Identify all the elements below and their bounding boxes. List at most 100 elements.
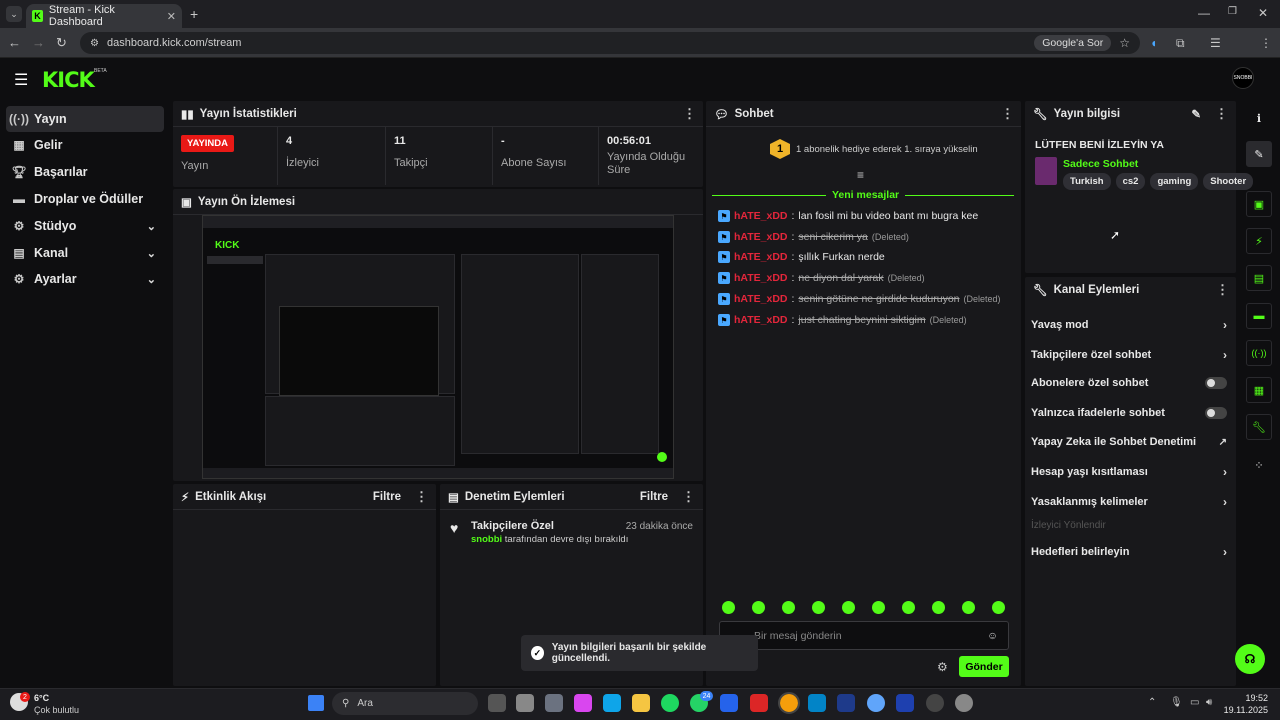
send-button[interactable]: Gönder — [959, 656, 1009, 677]
rail-moderation-icon[interactable]: ▤ — [1246, 265, 1272, 291]
chat-input[interactable]: Bir mesaj gönderin ☺ — [719, 621, 1009, 650]
store-icon[interactable] — [516, 694, 534, 712]
rail-wrench-icon[interactable]: 🔧︎ — [1246, 414, 1272, 440]
rail-stats-icon[interactable]: ▦ — [1246, 377, 1272, 403]
tag-chip[interactable]: Shooter — [1203, 173, 1254, 190]
chat-username[interactable]: hATE_xDD — [734, 210, 787, 222]
steam2-icon[interactable] — [896, 694, 914, 712]
browser-menu-icon[interactable]: ⋮ — [1260, 36, 1272, 50]
filter-button[interactable]: Filtre — [640, 491, 668, 503]
app-icon[interactable] — [545, 694, 563, 712]
taskbar-search[interactable]: ⚲ Ara — [332, 692, 478, 715]
sidebar-item-yayin[interactable]: ((·)) Yayın — [6, 106, 164, 132]
spotify-icon[interactable] — [661, 694, 679, 712]
browser-tab[interactable]: K Stream - Kick Dashboard ✕ — [26, 4, 182, 28]
clock-date[interactable]: 19.11.2025 — [1216, 705, 1268, 715]
rail-preview-icon[interactable]: ▣ — [1246, 191, 1272, 217]
chat-username[interactable]: hATE_xDD — [734, 231, 787, 243]
rail-chat-icon[interactable]: ▬ — [1246, 303, 1272, 329]
settings-app-icon[interactable] — [955, 694, 973, 712]
youtube-icon[interactable] — [750, 694, 768, 712]
emote-icon[interactable] — [842, 601, 855, 614]
chat-username[interactable]: hATE_xDD — [734, 251, 787, 263]
obs-icon[interactable] — [926, 694, 944, 712]
tab-list-icon[interactable]: ⌄ — [6, 6, 22, 22]
category-name[interactable]: Sadece Sohbet — [1063, 158, 1138, 170]
emoji-picker-icon[interactable]: ☺ — [987, 630, 998, 642]
tag-chip[interactable]: gaming — [1150, 173, 1199, 190]
forward-icon[interactable]: → — [32, 35, 45, 50]
mail-icon[interactable] — [808, 694, 826, 712]
emote-icon[interactable] — [992, 601, 1005, 614]
sidebar-item-basarilar[interactable]: 🏆︎ Başarılar — [6, 159, 164, 185]
kick-logo[interactable]: KICK — [42, 68, 95, 92]
emote-icon[interactable] — [962, 601, 975, 614]
sidebar-item-gelir[interactable]: ▦ Gelir — [6, 132, 164, 158]
steam-icon[interactable] — [837, 694, 855, 712]
close-window-icon[interactable]: ✕ — [1258, 6, 1268, 20]
sidebar-item-kanal[interactable]: ▤ Kanal ⌄ — [6, 240, 164, 266]
chat-username[interactable]: hATE_xDD — [734, 314, 787, 326]
stream-preview-video[interactable]: KICK — [202, 215, 674, 479]
subscribers-only-toggle[interactable] — [1205, 377, 1227, 389]
action-followers-only[interactable]: Takipçilere özel sohbet › — [1031, 348, 1227, 362]
network-icon[interactable]: ▭ — [1190, 697, 1199, 708]
more-options-icon[interactable]: ⋮ — [1215, 106, 1228, 122]
pinned-chevron-icon[interactable]: ≡ — [857, 168, 864, 182]
sidebar-item-studyo[interactable]: ⚙ Stüdyo ⌄ — [6, 213, 164, 239]
reading-list-icon[interactable]: ☰ — [1210, 36, 1221, 50]
emote-icon[interactable] — [902, 601, 915, 614]
action-slow-mode[interactable]: Yavaş mod › — [1031, 318, 1227, 332]
emote-icon[interactable] — [872, 601, 885, 614]
action-account-age[interactable]: Hesap yaşı kısıtlaması › — [1031, 465, 1227, 479]
chat-username[interactable]: hATE_xDD — [734, 272, 787, 284]
clock-time[interactable]: 19:52 — [1228, 693, 1268, 703]
edge-icon[interactable] — [603, 694, 621, 712]
more-options-icon[interactable]: ⋮ — [1216, 282, 1229, 298]
edit-rail-icon[interactable]: ✎ — [1246, 141, 1272, 167]
action-set-goals[interactable]: Hedefleri belirleyin › — [1031, 545, 1227, 559]
microphone-icon[interactable]: 🎙︎ — [1170, 697, 1183, 708]
hamburger-menu-icon[interactable]: ☰ — [14, 70, 28, 90]
minimize-icon[interactable]: — — [1198, 6, 1210, 20]
action-banned-words[interactable]: Yasaklanmış kelimeler › — [1031, 495, 1227, 509]
more-options-icon[interactable]: ⋮ — [682, 489, 695, 505]
google-lens-button[interactable]: Google'a Sor — [1034, 35, 1112, 51]
app2-icon[interactable] — [720, 694, 738, 712]
emote-icon[interactable] — [782, 601, 795, 614]
rail-broadcast-icon[interactable]: ((·)) — [1246, 340, 1272, 366]
chat-username[interactable]: hATE_xDD — [734, 293, 787, 305]
more-options-icon[interactable]: ⋮ — [415, 489, 428, 505]
site-info-icon[interactable]: ⚙ — [90, 38, 99, 49]
emote-icon[interactable] — [752, 601, 765, 614]
more-options-icon[interactable]: ⋮ — [683, 106, 696, 122]
rail-activity-icon[interactable]: ⚡︎ — [1246, 228, 1272, 254]
restore-icon[interactable]: ❐ — [1228, 6, 1237, 17]
copilot-icon[interactable] — [574, 694, 592, 712]
windows-start-icon[interactable] — [308, 695, 324, 711]
chrome-icon[interactable] — [778, 692, 800, 714]
gift-leaderboard-text[interactable]: 1 abonelik hediye ederek 1. sıraya yükse… — [796, 144, 978, 155]
back-icon[interactable]: ← — [8, 35, 21, 50]
tag-chip[interactable]: Turkish — [1063, 173, 1111, 190]
mod-entry-user[interactable]: snobbi — [471, 534, 502, 545]
emote-icon[interactable] — [932, 601, 945, 614]
reload-icon[interactable]: ↻ — [56, 35, 67, 51]
info-icon[interactable]: ℹ — [1246, 105, 1272, 131]
emote-only-toggle[interactable] — [1205, 407, 1227, 419]
emote-icon[interactable] — [812, 601, 825, 614]
tag-chip[interactable]: cs2 — [1115, 173, 1146, 190]
tray-chevron-icon[interactable]: ⌃ — [1148, 697, 1156, 708]
chat-settings-icon[interactable]: ⚙ — [937, 660, 948, 674]
new-tab-icon[interactable]: + — [190, 6, 198, 22]
url-field[interactable]: ⚙ dashboard.kick.com/stream Google'a Sor… — [80, 32, 1140, 54]
task-view-icon[interactable] — [488, 694, 506, 712]
action-ai-moderation[interactable]: Yapay Zeka ile Sohbet Denetimi ↗ — [1031, 436, 1227, 448]
edit-icon[interactable]: ✎ — [1191, 107, 1201, 121]
support-button[interactable]: ☊ — [1235, 644, 1265, 674]
file-explorer-icon[interactable] — [632, 694, 650, 712]
volume-icon[interactable]: 🔊︎ — [1206, 697, 1212, 708]
sidebar-item-droplar[interactable]: ▬ Droplar ve Ödüller — [6, 186, 164, 212]
filter-button[interactable]: Filtre — [373, 491, 401, 503]
sidebar-item-ayarlar[interactable]: ⚙ Ayarlar ⌄ — [6, 266, 164, 292]
